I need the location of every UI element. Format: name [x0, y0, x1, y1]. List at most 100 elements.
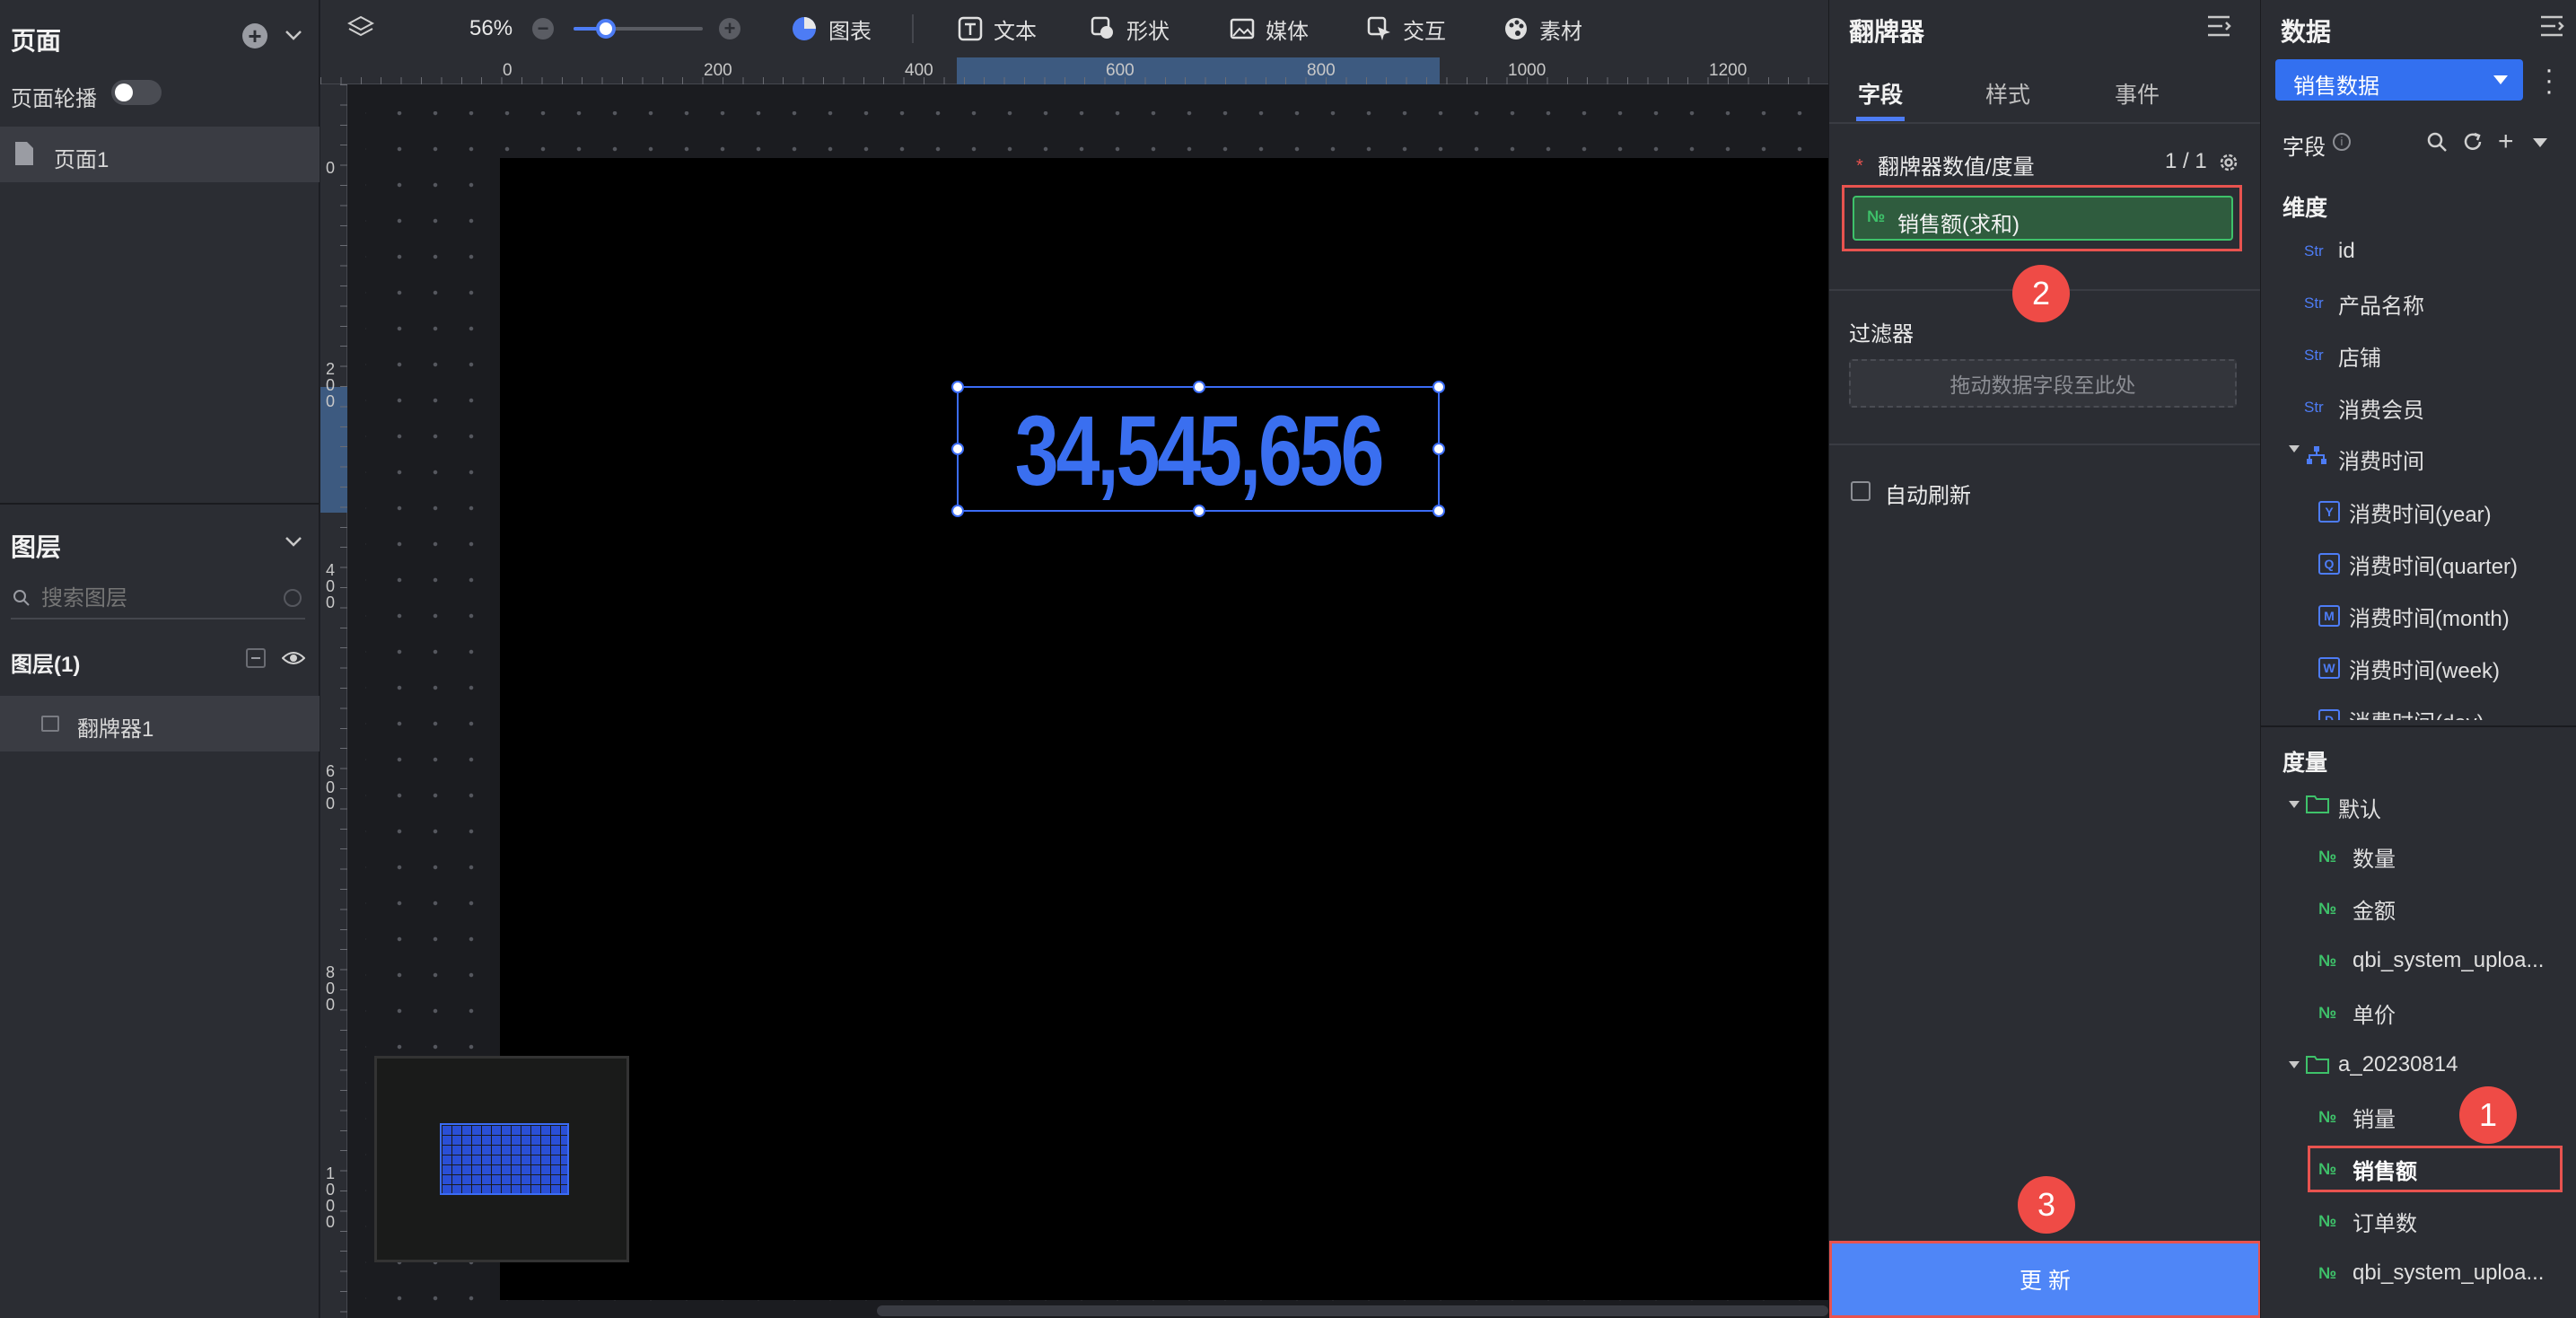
refresh-icon[interactable]	[2462, 131, 2484, 153]
eye-icon[interactable]	[282, 648, 305, 668]
text-icon	[958, 16, 983, 41]
layers-stack-icon[interactable]	[347, 14, 374, 41]
toolbar-interaction[interactable]: 交互	[1367, 13, 1446, 45]
auto-refresh-label: 自动刷新	[1885, 484, 1971, 508]
resize-handle[interactable]	[1433, 443, 1445, 455]
tab-style[interactable]: 样式	[1985, 77, 2030, 110]
refresh-icon[interactable]	[284, 589, 302, 607]
resize-handle[interactable]	[951, 505, 964, 517]
carousel-toggle[interactable]	[111, 80, 162, 105]
dimension-field[interactable]: Str 产品名称	[2304, 287, 2573, 320]
time-group-label[interactable]: 消费时间	[2338, 444, 2424, 475]
time-field[interactable]: M 消费时间(month)	[2318, 600, 2576, 632]
flipper-widget[interactable]: 34,545,656	[951, 381, 1445, 517]
layer-search-input[interactable]	[41, 585, 275, 612]
more-icon[interactable]: · · ·	[2545, 57, 2554, 105]
field-label: 消费会员	[2338, 398, 2424, 423]
filter-dropzone[interactable]: 拖动数据字段至此处	[1849, 359, 2237, 408]
chevron-down-icon[interactable]	[284, 25, 303, 45]
toolbar-text[interactable]: 文本	[958, 13, 1037, 45]
measure-field-pill[interactable]: № 销售额(求和)	[1853, 196, 2233, 241]
measure-field[interactable]: № 订单数	[2318, 1205, 2576, 1237]
folder-label[interactable]: a_20230814	[2338, 1052, 2458, 1077]
dimension-field[interactable]: Str 店铺	[2304, 339, 2573, 372]
caret-down-icon[interactable]	[2532, 136, 2548, 149]
measure-field[interactable]: № 金额	[2318, 892, 2576, 925]
minimap[interactable]	[374, 1056, 629, 1262]
toolbar-text-label: 文本	[994, 19, 1037, 44]
tab-events[interactable]: 事件	[2115, 77, 2160, 110]
info-icon[interactable]: i	[2333, 133, 2351, 151]
time-field[interactable]: D 消费时间(day)	[2318, 704, 2576, 720]
measure-field[interactable]: № qbi_system_uploa...	[2318, 1257, 2576, 1289]
measure-field[interactable]: № qbi_system_uploa...	[2318, 945, 2576, 977]
resize-handle[interactable]	[1193, 505, 1205, 517]
toolbar-assets[interactable]: 素材	[1503, 13, 1582, 45]
panel-menu-icon[interactable]	[2539, 14, 2564, 38]
canvas-area[interactable]: 0 200 400 600 800 1000 1200 0 2 0 0 4 0 …	[320, 57, 1828, 1318]
layer-item[interactable]: 翻牌器1	[0, 696, 320, 751]
resize-handle[interactable]	[951, 443, 964, 455]
left-panel: 页面 + 页面轮播 页面1 图层 图层(1) 翻牌器1	[0, 0, 320, 1318]
folder-label[interactable]: 默认	[2338, 792, 2381, 823]
measure-count: 1 / 1	[2165, 149, 2207, 173]
triangle-expand-icon[interactable]	[2288, 444, 2300, 454]
add-page-icon[interactable]: +	[242, 23, 267, 48]
minimap-viewport[interactable]	[440, 1123, 569, 1195]
collapse-icon[interactable]	[246, 648, 266, 668]
auto-refresh-checkbox[interactable]	[1851, 481, 1871, 501]
search-icon[interactable]	[2426, 131, 2448, 153]
zoom-slider[interactable]	[574, 19, 703, 39]
search-icon	[13, 589, 31, 607]
measure-field[interactable]: № 数量	[2318, 840, 2576, 873]
ruler-tick: 1000	[1508, 61, 1546, 80]
time-field-list: Y 消费时间(year) Q 消费时间(quarter) M 消费时间(month) …	[2318, 496, 2576, 720]
resize-handle[interactable]	[1193, 381, 1205, 393]
str-type-icon: Str	[2304, 242, 2324, 259]
panel-menu-icon[interactable]	[2206, 14, 2231, 38]
chevron-down-icon[interactable]	[284, 532, 303, 551]
number-type-icon: №	[2318, 951, 2337, 970]
active-tab-indicator	[1856, 117, 1905, 121]
page-item-1[interactable]: 页面1	[0, 127, 320, 182]
toolbar-media[interactable]: 媒体	[1230, 13, 1309, 45]
pie-chart-icon	[793, 17, 816, 40]
measure-field-label: 销售额(求和)	[1897, 213, 2020, 237]
field-label: 消费时间(day)	[2349, 705, 2484, 721]
dimension-field[interactable]: Str id	[2304, 235, 2573, 268]
update-button[interactable]: 更 新	[1829, 1241, 2261, 1318]
measure-field[interactable]: № 单价	[2318, 997, 2576, 1029]
time-field[interactable]: Y 消费时间(year)	[2318, 496, 2576, 528]
resize-handle[interactable]	[1433, 381, 1445, 393]
resize-handle[interactable]	[951, 381, 964, 393]
zoom-in-icon[interactable]: +	[719, 18, 740, 40]
time-field[interactable]: Q 消费时间(quarter)	[2318, 548, 2576, 580]
top-toolbar: 56% − + 图表 文本 形状 媒体 交互 素材	[320, 0, 1828, 57]
measure-field[interactable]: № 销量	[2318, 1101, 2576, 1133]
filter-label: 过滤器	[1849, 322, 1914, 347]
layer-search[interactable]	[11, 582, 305, 619]
add-field-icon[interactable]: +	[2498, 128, 2514, 155]
flipper-value: 34,545,656	[1014, 395, 1385, 506]
tab-fields[interactable]: 字段	[1858, 77, 1903, 110]
toolbar-interaction-label: 交互	[1403, 19, 1446, 44]
week-type-icon: W	[2318, 657, 2340, 679]
zoom-out-icon[interactable]: −	[532, 18, 554, 40]
toolbar-chart[interactable]: 图表	[791, 13, 872, 45]
number-type-icon: №	[2318, 1211, 2337, 1230]
artboard[interactable]	[500, 158, 1828, 1300]
dimension-field[interactable]: Str 消费会员	[2304, 391, 2573, 424]
time-field[interactable]: W 消费时间(week)	[2318, 652, 2576, 684]
shape-icon	[1091, 16, 1113, 39]
field-label: id	[2338, 239, 2355, 263]
resize-handle[interactable]	[1433, 505, 1445, 517]
annotation-badge-2: 2	[2012, 265, 2070, 322]
triangle-expand-icon[interactable]	[2288, 1059, 2300, 1070]
dataset-select[interactable]: 销售数据	[2275, 59, 2523, 101]
triangle-expand-icon[interactable]	[2288, 799, 2300, 810]
gear-icon[interactable]	[2217, 151, 2240, 174]
day-type-icon: D	[2318, 709, 2340, 720]
toolbar-shape[interactable]: 形状	[1091, 13, 1170, 45]
horizontal-scrollbar[interactable]	[877, 1305, 1828, 1316]
interaction-icon	[1367, 16, 1390, 40]
